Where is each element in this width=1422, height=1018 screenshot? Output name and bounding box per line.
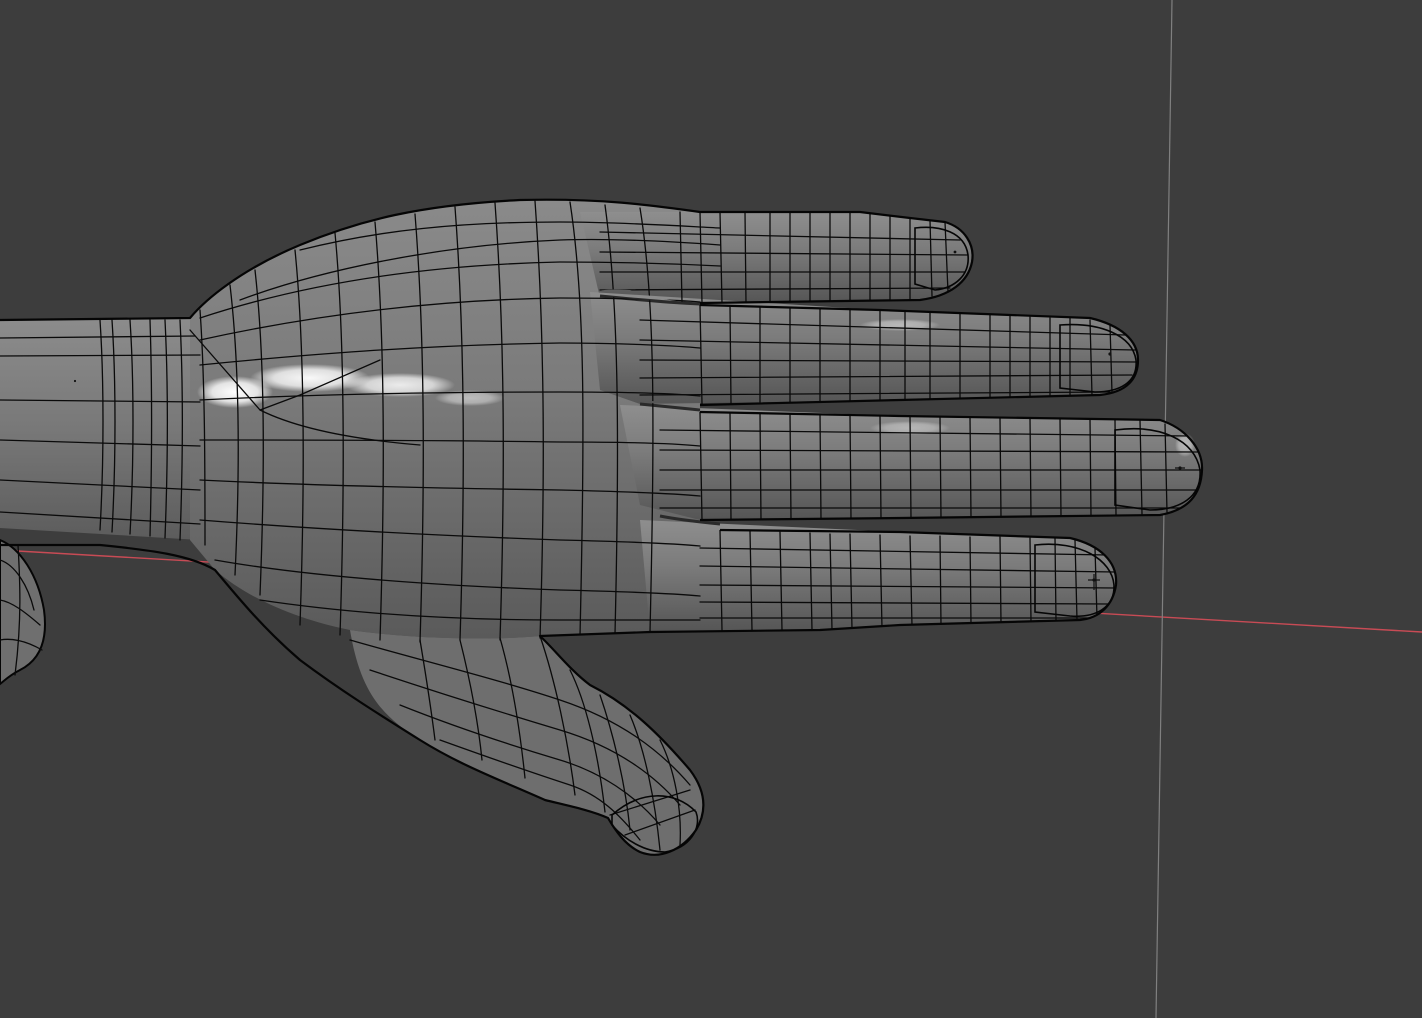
finger-thumb [350, 630, 704, 855]
viewport-canvas[interactable] [0, 0, 1422, 1018]
hand-mesh [0, 198, 1204, 856]
3d-viewport[interactable] [0, 0, 1422, 1018]
adjacent-mesh-fragment [0, 538, 46, 686]
